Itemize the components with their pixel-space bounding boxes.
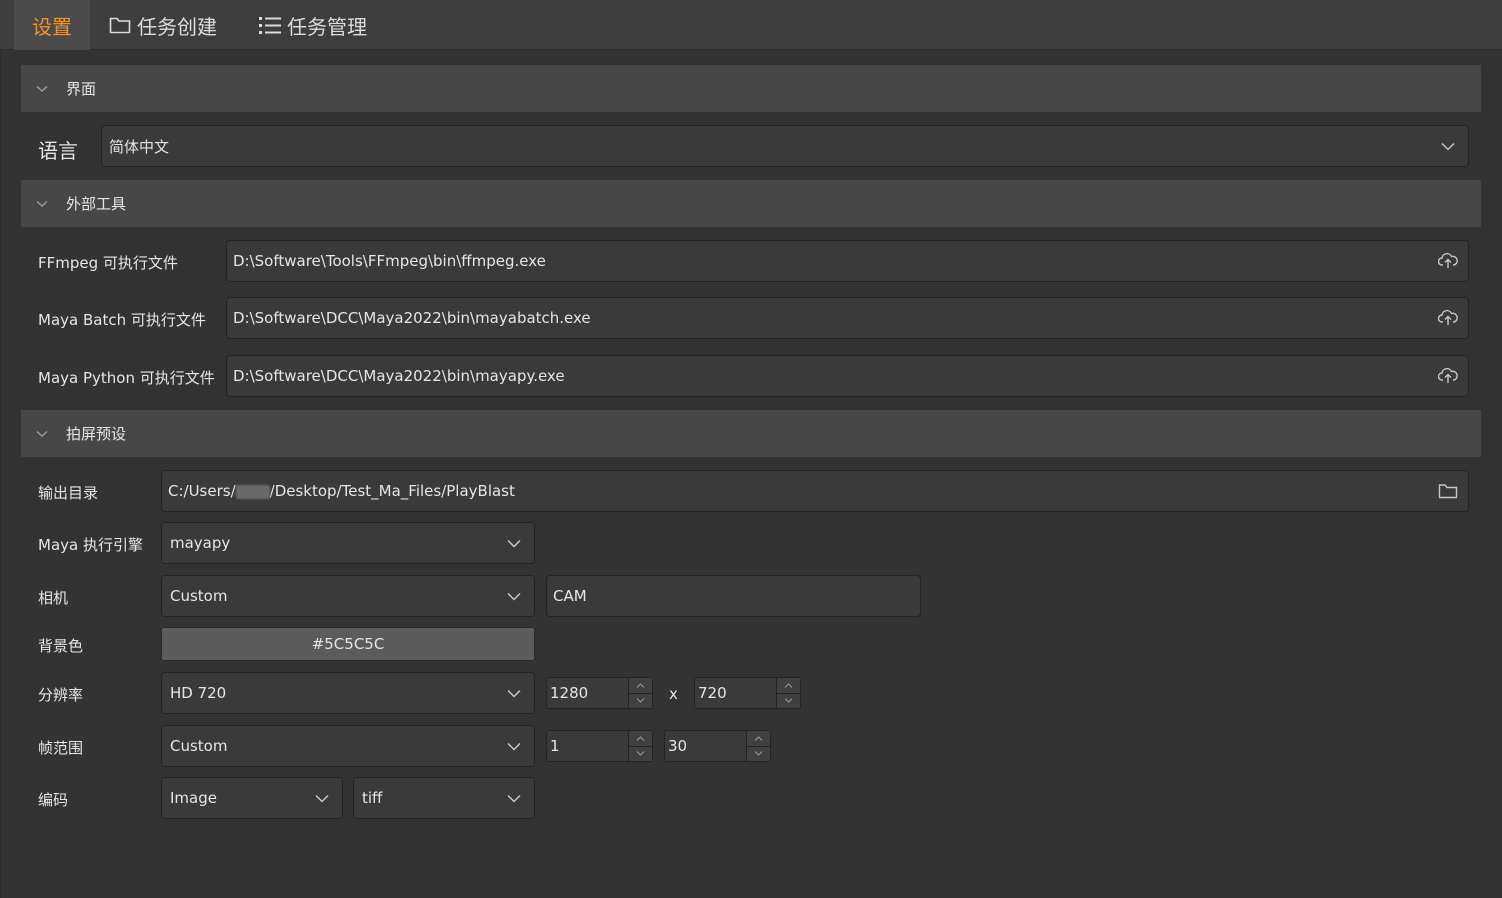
resolution-preset-select[interactable]: HD 720 — [161, 672, 535, 714]
camera-mode-value: Custom — [170, 587, 228, 605]
output-dir-prefix: C:/Users/ — [168, 482, 236, 500]
frame-end-value: 30 — [668, 737, 688, 755]
chevron-down-icon — [494, 689, 534, 698]
camera-mode-select[interactable]: Custom — [161, 575, 535, 617]
res-height-spinbox[interactable]: 720 — [694, 677, 801, 709]
section-external-tools-header[interactable]: 外部工具 — [21, 180, 1481, 227]
codec-format-select[interactable]: Image — [161, 777, 343, 819]
output-dir-label: 输出目录 — [38, 484, 99, 502]
section-interface-title: 界面 — [66, 80, 97, 98]
codec-label: 编码 — [38, 791, 69, 809]
spin-up-icon[interactable] — [777, 678, 800, 693]
mayabatch-path-field[interactable]: D:\Software\DCC\Maya2022\bin\mayabatch.e… — [226, 297, 1469, 339]
spin-down-icon[interactable] — [777, 692, 800, 708]
frame-start-value: 1 — [550, 737, 560, 755]
chevron-down-icon — [1428, 142, 1468, 151]
resolution-separator: x — [669, 685, 678, 703]
chevron-down-icon — [494, 592, 534, 601]
folder-icon[interactable] — [1428, 483, 1468, 499]
camera-name-input[interactable]: CAM — [546, 575, 921, 617]
codec-format-value: Image — [170, 789, 217, 807]
frame-range-label: 帧范围 — [38, 739, 84, 757]
spin-down-icon[interactable] — [629, 745, 652, 761]
chevron-down-icon — [494, 539, 534, 548]
list-icon — [259, 15, 281, 35]
res-height-value: 720 — [698, 684, 727, 702]
frame-start-spinbox[interactable]: 1 — [546, 730, 653, 762]
mayabatch-path-value: D:\Software\DCC\Maya2022\bin\mayabatch.e… — [233, 309, 591, 327]
upload-cloud-icon[interactable] — [1428, 252, 1468, 270]
tab-task-create-label: 任务创建 — [137, 14, 217, 39]
ffmpeg-path-value: D:\Software\Tools\FFmpeg\bin\ffmpeg.exe — [233, 252, 546, 270]
ffmpeg-label: FFmpeg 可执行文件 — [38, 254, 178, 272]
output-dir-suffix: /Desktop/Test_Ma_Files/PlayBlast — [269, 482, 515, 500]
res-width-value: 1280 — [550, 684, 589, 702]
frame-range-mode-value: Custom — [170, 737, 228, 755]
codec-type-select[interactable]: tiff — [353, 777, 535, 819]
chevron-down-icon — [21, 200, 63, 208]
language-select[interactable]: 简体中文 — [101, 125, 1469, 167]
mayapy-path-value: D:\Software\DCC\Maya2022\bin\mayapy.exe — [233, 367, 565, 385]
spin-down-icon[interactable] — [629, 692, 652, 708]
tab-settings[interactable]: 设置 — [14, 0, 90, 50]
spin-down-icon[interactable] — [747, 745, 770, 761]
chevron-down-icon — [21, 430, 63, 438]
language-label: 语言 — [38, 139, 78, 163]
resolution-preset-value: HD 720 — [170, 684, 227, 702]
mayapy-label: Maya Python 可执行文件 — [38, 369, 215, 387]
bg-color-button[interactable]: #5C5C5C — [161, 627, 535, 661]
output-dir-field[interactable]: C:/Users/ /Desktop/Test_Ma_Files/PlayBlas… — [161, 470, 1469, 512]
chevron-down-icon — [494, 794, 534, 803]
bg-color-label: 背景色 — [38, 637, 84, 655]
res-width-spinbox[interactable]: 1280 — [546, 677, 653, 709]
frame-range-mode-select[interactable]: Custom — [161, 725, 535, 767]
camera-label: 相机 — [38, 589, 69, 607]
codec-type-value: tiff — [362, 789, 383, 807]
frame-end-spinbox[interactable]: 30 — [664, 730, 771, 762]
bg-color-value: #5C5C5C — [311, 635, 385, 653]
tab-bar: 设置 任务创建 任务管理 — [0, 0, 1502, 50]
language-value: 简体中文 — [109, 137, 170, 156]
redacted-username — [235, 484, 270, 499]
section-external-tools-title: 外部工具 — [66, 195, 127, 213]
tab-task-manage-label: 任务管理 — [287, 14, 367, 39]
section-playblast-title: 拍屏预设 — [66, 425, 127, 443]
tab-settings-label: 设置 — [32, 14, 72, 39]
mayabatch-label: Maya Batch 可执行文件 — [38, 311, 206, 329]
section-interface-header[interactable]: 界面 — [21, 65, 1481, 112]
spin-up-icon[interactable] — [747, 731, 770, 746]
spin-up-icon[interactable] — [629, 731, 652, 746]
ffmpeg-path-field[interactable]: D:\Software\Tools\FFmpeg\bin\ffmpeg.exe — [226, 240, 1469, 282]
engine-select[interactable]: mayapy — [161, 522, 535, 564]
engine-label: Maya 执行引擎 — [38, 536, 143, 554]
chevron-down-icon — [302, 794, 342, 803]
section-playblast-header[interactable]: 拍屏预设 — [21, 410, 1481, 457]
mayapy-path-field[interactable]: D:\Software\DCC\Maya2022\bin\mayapy.exe — [226, 355, 1469, 397]
upload-cloud-icon[interactable] — [1428, 309, 1468, 327]
spin-up-icon[interactable] — [629, 678, 652, 693]
resolution-label: 分辨率 — [38, 686, 84, 704]
chevron-down-icon — [21, 85, 63, 93]
camera-name-value: CAM — [553, 587, 587, 605]
engine-value: mayapy — [170, 534, 231, 552]
upload-cloud-icon[interactable] — [1428, 367, 1468, 385]
output-dir-value: C:/Users/ /Desktop/Test_Ma_Files/PlayBlas… — [162, 482, 1428, 500]
chevron-down-icon — [494, 742, 534, 751]
tab-task-create[interactable]: 任务创建 — [109, 0, 229, 50]
folder-icon — [109, 16, 131, 34]
tab-task-manage[interactable]: 任务管理 — [259, 0, 379, 50]
